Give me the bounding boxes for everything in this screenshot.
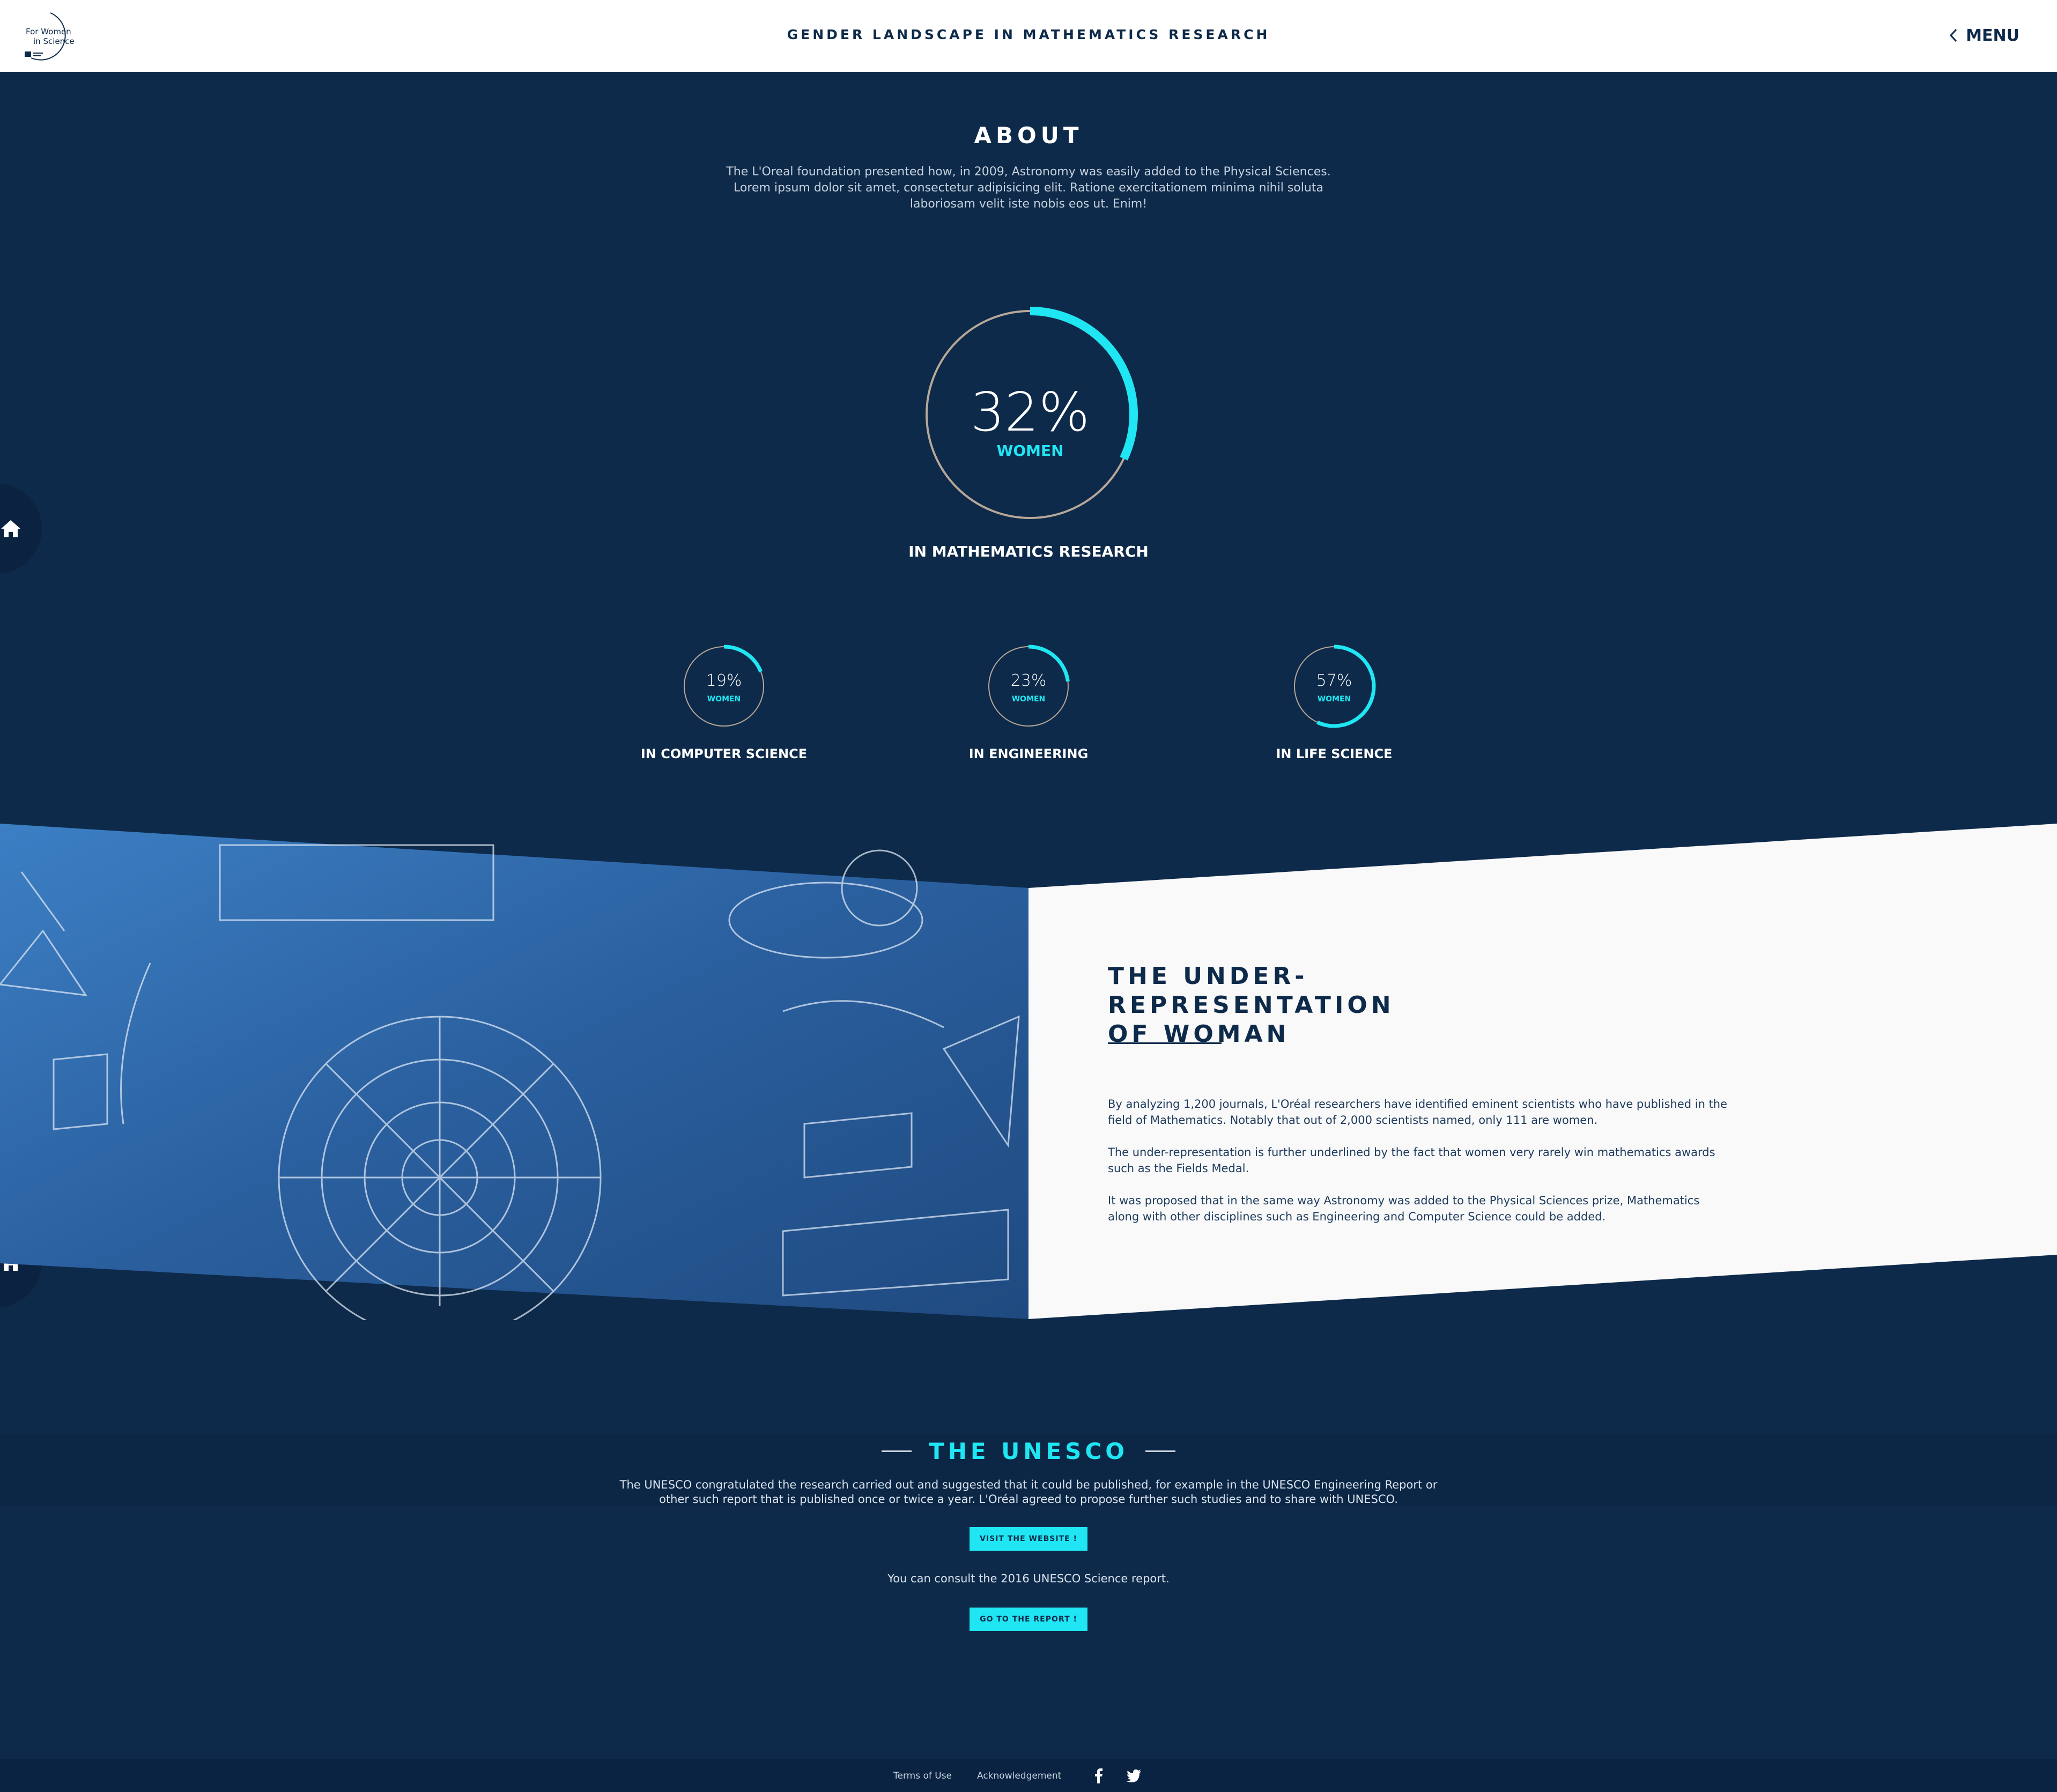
chevron-left-icon bbox=[1950, 28, 1957, 42]
ring-value: 32% bbox=[970, 381, 1090, 443]
ring-unit: WOMEN bbox=[1011, 695, 1046, 704]
unesco-text: The UNESCO congratulated the research ca… bbox=[619, 1478, 1438, 1506]
math-research-ring: 32% WOMEN bbox=[921, 306, 1139, 523]
facebook-icon[interactable] bbox=[1091, 1767, 1107, 1783]
side-home-button[interactable] bbox=[0, 484, 42, 574]
about-text: The L'Oreal foundation presented how, in… bbox=[726, 165, 1331, 211]
under-paragraph-2: The under-representation is further unde… bbox=[1108, 1146, 1715, 1175]
ring-value: 57% bbox=[1316, 671, 1352, 690]
menu-label: MENU bbox=[1966, 26, 2019, 45]
twitter-icon[interactable] bbox=[1126, 1767, 1142, 1783]
under-title-line2: OF WOMAN bbox=[1108, 1020, 1290, 1048]
heading-dash-right bbox=[1145, 1450, 1175, 1452]
life-science-ring: 57% WOMEN bbox=[1291, 643, 1377, 729]
computer-science-caption: IN COMPUTER SCIENCE bbox=[640, 746, 808, 761]
unesco-title: THE UNESCO bbox=[929, 1438, 1128, 1464]
title-divider bbox=[1108, 1042, 1222, 1044]
under-paragraph-1: By analyzing 1,200 journals, L'Oréal res… bbox=[1108, 1098, 1728, 1127]
under-representation-band bbox=[0, 824, 2057, 1320]
heading-dash-left bbox=[882, 1450, 912, 1452]
home-icon bbox=[1, 520, 20, 537]
terms-of-use-link[interactable]: Terms of Use bbox=[893, 1771, 952, 1781]
under-representation-title: THE UNDER-REPRESENTATION OF WOMAN bbox=[1108, 962, 1590, 1049]
under-paragraph-3: It was proposed that in the same way Ast… bbox=[1108, 1194, 1700, 1223]
top-bar: For Women in Science GENDER LANDSCAPE IN… bbox=[0, 0, 2057, 72]
unesco-heading: THE UNESCO bbox=[0, 1435, 2057, 1467]
ring-value: 23% bbox=[1010, 671, 1047, 690]
acknowledgement-link[interactable]: Acknowledgement bbox=[977, 1771, 1061, 1781]
under-title-line1: THE UNDER-REPRESENTATION bbox=[1108, 962, 1395, 1019]
ring-unit: WOMEN bbox=[1317, 695, 1351, 704]
engineering-ring: 23% WOMEN bbox=[986, 643, 1071, 729]
ring-unit: WOMEN bbox=[996, 442, 1064, 460]
ring-value: 19% bbox=[706, 671, 742, 690]
consult-text: You can consult the 2016 UNESCO Science … bbox=[887, 1572, 1170, 1585]
ring-unit: WOMEN bbox=[707, 695, 741, 704]
computer-science-ring: 19% WOMEN bbox=[681, 643, 767, 729]
chalkboard-image bbox=[0, 824, 1028, 1319]
footer: Terms of Use Acknowledgement bbox=[0, 1759, 2057, 1792]
site-title: GENDER LANDSCAPE IN MATHEMATICS RESEARCH bbox=[787, 27, 1270, 42]
go-to-report-button[interactable]: GO TO THE REPORT ! bbox=[970, 1608, 1087, 1631]
menu-button[interactable]: MENU bbox=[1947, 25, 2019, 46]
life-science-caption: IN LIFE SCIENCE bbox=[1276, 746, 1393, 761]
engineering-caption: IN ENGINEERING bbox=[968, 746, 1089, 761]
math-research-caption: IN MATHEMATICS RESEARCH bbox=[908, 543, 1149, 560]
band-graphic bbox=[0, 824, 2057, 1320]
about-title: ABOUT bbox=[974, 122, 1083, 149]
visit-website-button[interactable]: VISIT THE WEBSITE ! bbox=[970, 1527, 1087, 1551]
text-panel bbox=[1028, 824, 2057, 1319]
